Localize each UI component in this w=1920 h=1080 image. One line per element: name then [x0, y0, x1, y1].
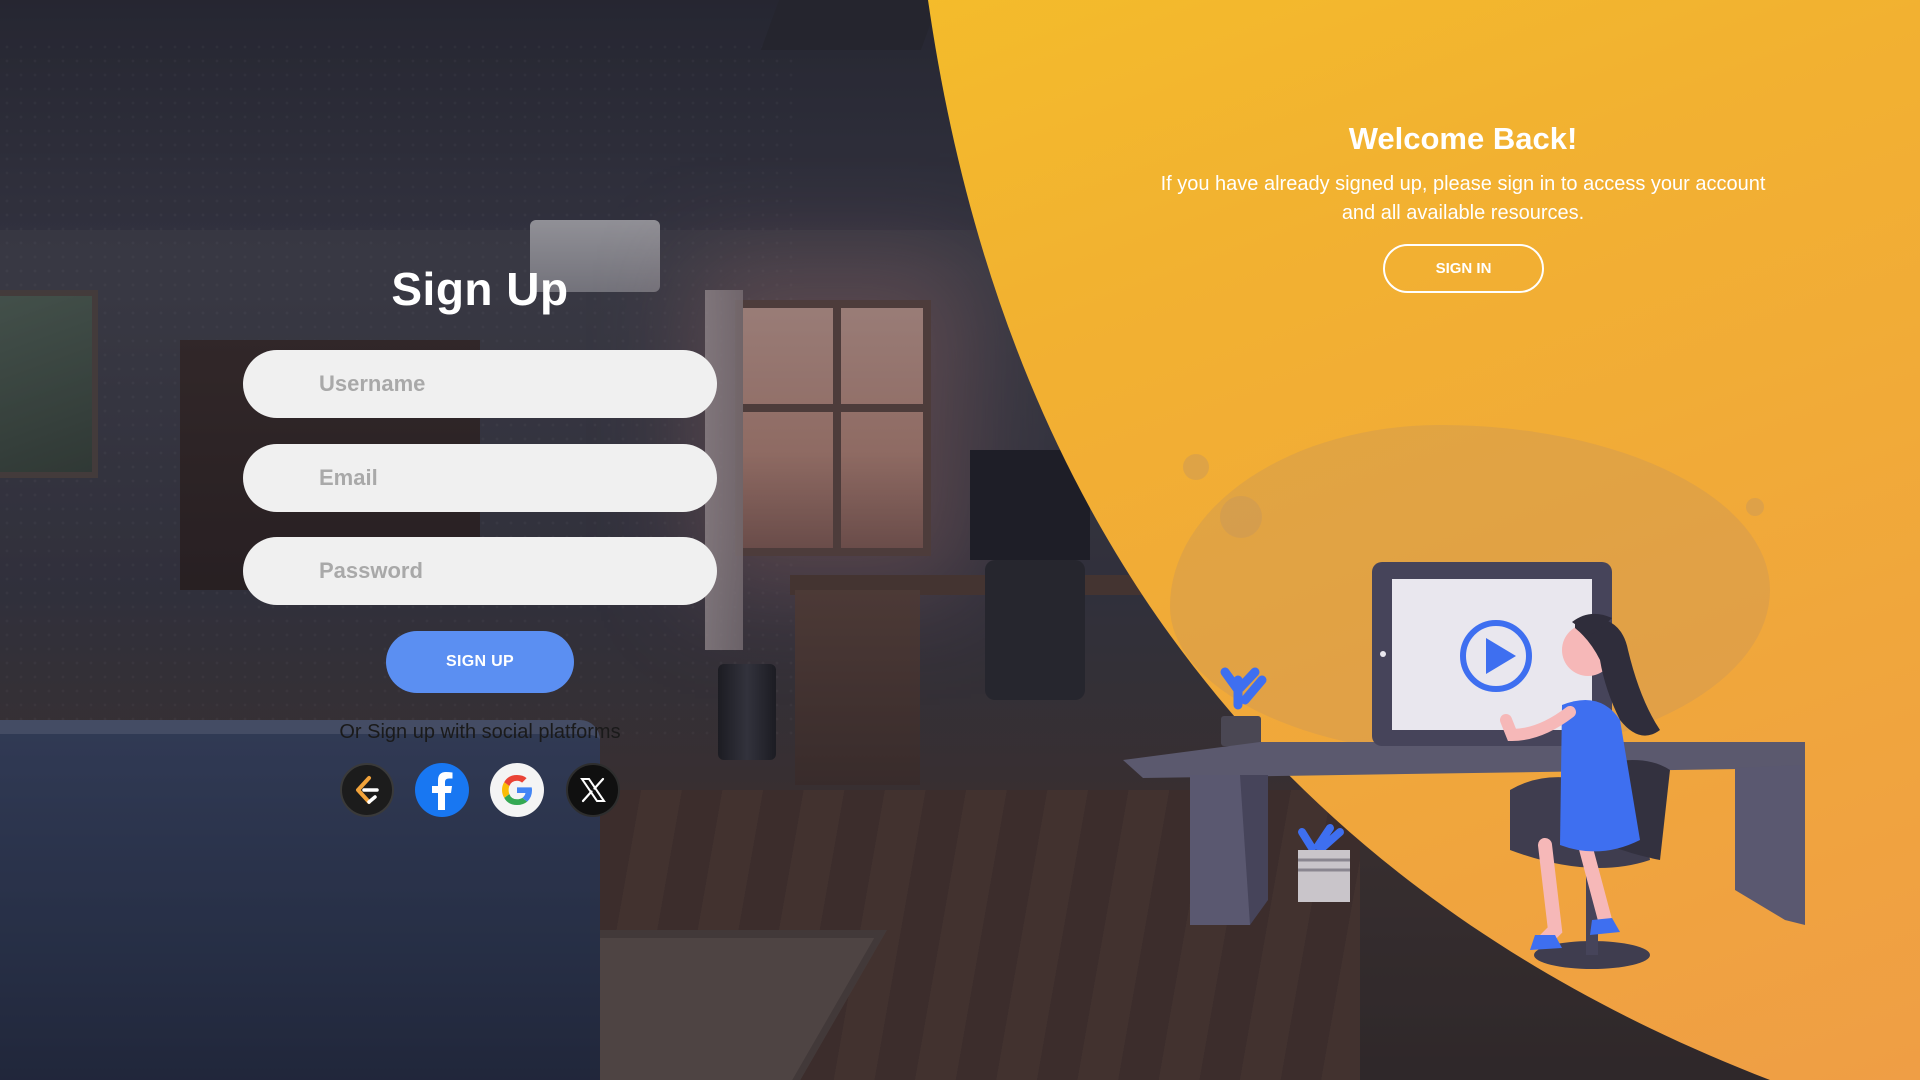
signin-button[interactable]: SIGN IN — [1383, 244, 1544, 293]
welcome-description: If you have already signed up, please si… — [1103, 170, 1823, 228]
welcome-title: Welcome Back! — [1348, 121, 1578, 156]
email-input[interactable] — [243, 444, 717, 512]
cactus-plant-icon — [1220, 667, 1267, 746]
username-input[interactable] — [243, 350, 717, 418]
signup-button[interactable]: SIGN UP — [386, 631, 574, 693]
password-input[interactable] — [243, 537, 717, 605]
social-signup-text: Or Sign up with social platforms — [339, 721, 621, 743]
welcome-description-line2: and all available resources. — [1341, 202, 1585, 224]
google-icon[interactable] — [490, 763, 544, 817]
facebook-icon[interactable] — [415, 763, 469, 817]
potted-plant-icon — [1298, 824, 1350, 902]
welcome-description-line1: If you have already signed up, please si… — [1160, 173, 1766, 195]
leetcode-icon[interactable] — [340, 763, 394, 817]
x-icon[interactable] — [566, 763, 620, 817]
desk-shape — [1123, 742, 1805, 925]
signup-title: Sign Up — [391, 263, 569, 315]
